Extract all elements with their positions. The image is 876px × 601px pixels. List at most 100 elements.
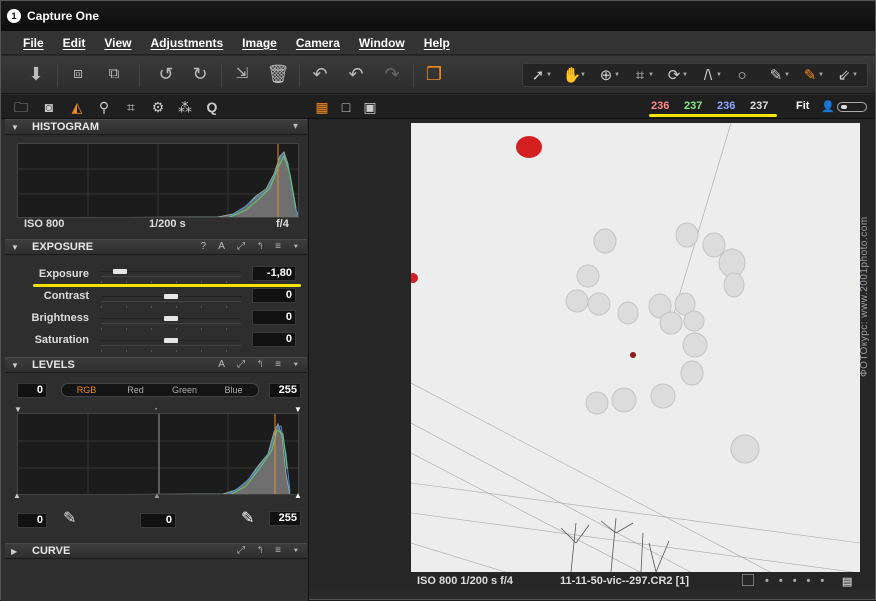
undo-icon[interactable]: ↶ [307,61,333,87]
saturation-slider[interactable] [101,338,241,352]
select-tool-icon[interactable]: ➚ ▼ [526,66,552,86]
import-icon[interactable]: ⬇ [23,61,49,87]
single-view-icon[interactable]: □ [336,97,356,117]
zoom-fit-label[interactable]: Fit [796,100,809,112]
black-eyedropper-icon[interactable]: ✎ [63,508,76,528]
app-window: 1 Capture One File Edit View Adjustments… [0,0,876,601]
spot-tool-icon[interactable]: ○ [730,66,754,86]
collapse-icon[interactable]: ▼ [11,361,19,370]
window-title: Capture One [27,9,100,23]
levels-input-min[interactable]: 0 [17,383,47,398]
rotate-right-icon[interactable]: ↻ [187,61,213,87]
brightness-value[interactable]: 0 [252,310,296,325]
keystone-tool-icon[interactable]: /\ ▼ [696,66,722,86]
person-icon[interactable]: 👤 [818,97,838,117]
color-picker-tool-icon[interactable]: ✎ ▼ [798,66,824,86]
rating-dots[interactable]: ••••• [765,575,834,587]
menu-view[interactable]: View [104,36,131,50]
details-tab-icon[interactable]: ⚙ [148,97,168,117]
levels-out-white-handle[interactable]: ▲ [294,491,302,500]
toolbar-divider [299,63,300,87]
composition-tab-icon[interactable]: ⌗ [121,97,141,117]
curve-controls[interactable]: ⤢ ↰ ≡ ▾ [237,545,303,556]
adjustments-tab-icon[interactable]: ⁂ [175,97,195,117]
channel-rgb[interactable]: RGB [62,384,111,396]
levels-black-handle[interactable]: ▼ [14,405,22,414]
trash-icon[interactable]: 🗑 [265,61,291,87]
menu-file[interactable]: File [23,36,44,50]
focus-tab-icon[interactable]: ⚲ [94,97,114,117]
menu-window[interactable]: Window [359,36,405,50]
menu-image[interactable]: Image [242,36,277,50]
white-balance-tool-icon[interactable]: ⇙ ▼ [832,66,858,86]
levels-input-max[interactable]: 255 [269,383,301,398]
levels-header[interactable]: ▼ LEVELS A ⤢ ↰ ≡ ▾ [5,357,307,373]
rotate-tool-icon[interactable]: ⟳ ▼ [662,66,688,86]
levels-out-black-handle[interactable]: ▲ [13,491,21,500]
contrast-value[interactable]: 0 [252,288,296,303]
readout-green: 237 [684,100,703,112]
menu-adjustments[interactable]: Adjustments [150,36,223,50]
move-to-icon[interactable]: ⇲ [229,61,255,87]
contrast-slider-knob[interactable] [164,294,178,299]
saturation-slider-knob[interactable] [164,338,178,343]
exposure-controls[interactable]: ? A ⤢ ↰ ≡ ▾ [200,241,303,252]
library-tab-icon[interactable]: 🗀 [11,97,31,117]
redo-icon[interactable]: ↷ [379,61,405,87]
panel-toggle-icon[interactable]: ▤ [842,575,852,588]
rotate-left-icon[interactable]: ↺ [153,61,179,87]
saturation-value[interactable]: 0 [252,332,296,347]
compare-left-icon[interactable]: ⧈ [65,61,91,87]
status-exif: ISO 800 1/200 s f/4 [417,575,514,587]
histogram-header[interactable]: ▼ HISTOGRAM ▾ [5,119,307,135]
exposure-title: EXPOSURE [32,241,94,253]
levels-out-mid-handle[interactable]: ▲ [153,491,161,500]
exposure-tab-icon[interactable]: ◭ [67,97,87,117]
overlay-toggle-icon[interactable] [742,574,754,586]
exposure-value[interactable]: -1,80 [252,266,296,281]
levels-mid-handle[interactable]: • [155,407,157,413]
menu-bar: File Edit View Adjustments Image Camera … [1,31,875,55]
readout-luma: 237 [750,100,769,112]
levels-white-handle[interactable]: ▼ [294,405,302,414]
exposure-header[interactable]: ▼ EXPOSURE ? A ⤢ ↰ ≡ ▾ [5,239,307,255]
quick-tab-icon[interactable]: Q [202,97,222,117]
brush-tool-icon[interactable]: ✎ ▼ [764,66,790,86]
exposure-slider[interactable] [101,269,241,283]
menu-camera[interactable]: Camera [296,36,340,50]
collapse-icon[interactable]: ▼ [11,123,19,132]
compare-right-icon[interactable]: ⧉ [101,61,127,87]
brightness-slider-knob[interactable] [164,316,178,321]
slider-ticks [101,306,241,308]
multi-view-icon[interactable]: ▣ [360,97,380,117]
capture-tab-icon[interactable]: ◙ [39,97,59,117]
photo-balloons[interactable] [411,123,860,572]
brightness-slider[interactable] [101,316,241,330]
zoom-slider[interactable] [837,102,867,112]
zoom-slider-knob[interactable] [841,105,847,109]
curve-header[interactable]: ▶ CURVE ⤢ ↰ ≡ ▾ [5,543,307,559]
slider-ticks [101,328,241,330]
watermark-text: ФОТОкурс: www.2001photo.com [859,216,870,377]
crop-tool-icon[interactable]: ⌗ ▼ [628,66,654,86]
exposure-slider-knob[interactable] [113,269,127,274]
levels-output-max[interactable]: 255 [269,511,301,526]
contrast-slider[interactable] [101,294,241,308]
stack-icon[interactable]: ❐ [421,61,447,87]
channel-blue[interactable]: Blue [209,384,258,396]
grid-view-icon[interactable]: ▦ [312,97,332,117]
channel-red[interactable]: Red [111,384,160,396]
menu-help[interactable]: Help [424,36,450,50]
undo-step-icon[interactable]: ↶ [343,61,369,87]
expand-icon[interactable]: ▶ [11,547,17,556]
white-eyedropper-icon[interactable]: ✎ [241,508,254,528]
levels-output-min[interactable]: 0 [17,513,47,528]
collapse-icon[interactable]: ▼ [11,243,19,252]
channel-green[interactable]: Green [160,384,209,396]
levels-controls[interactable]: A ⤢ ↰ ≡ ▾ [218,359,303,370]
menu-edit[interactable]: Edit [63,36,86,50]
pan-tool-icon[interactable]: ✋ ▼ [560,66,586,86]
levels-output-mid[interactable]: 0 [140,513,176,528]
zoom-tool-icon[interactable]: ⊕ ▼ [594,66,620,86]
menu-arrow-icon[interactable]: ▾ [293,121,303,132]
